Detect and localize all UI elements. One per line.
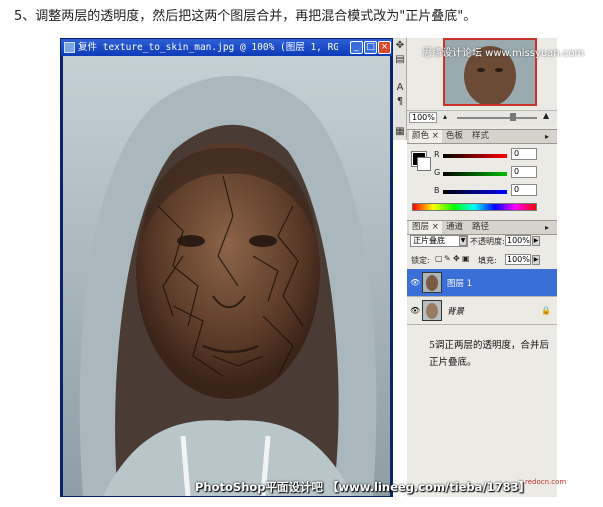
layer1-thumbnail-image	[423, 273, 441, 292]
zoom-level-field[interactable]: 100%	[409, 112, 437, 123]
color-spectrum-ramp[interactable]	[412, 203, 537, 211]
maximize-button[interactable]: □	[364, 41, 377, 54]
green-channel-value[interactable]: 0	[511, 166, 537, 178]
opacity-dropdown-icon[interactable]: ▶	[532, 236, 540, 246]
blue-channel-value[interactable]: 0	[511, 184, 537, 196]
background-lock-icon: 🔒	[541, 306, 551, 315]
tab-layers[interactable]: 图层 ×	[409, 221, 442, 234]
document-titlebar[interactable]: 复件 texture_to_skin_man.jpg @ 100% (图层 1,…	[61, 39, 392, 56]
fill-dropdown-icon[interactable]: ▶	[532, 255, 540, 265]
tab-swatches[interactable]: 色板	[443, 130, 466, 143]
tab-channels[interactable]: 通道	[443, 221, 466, 234]
histogram-tool-icon[interactable]: ▤	[394, 54, 406, 66]
tab-styles[interactable]: 样式	[469, 130, 492, 143]
layer1-name: 图层 1	[447, 279, 473, 289]
fill-field[interactable]: 100%	[505, 254, 531, 265]
opacity-field[interactable]: 100%	[505, 235, 531, 246]
background-color-swatch[interactable]	[417, 157, 431, 171]
zoom-out-icon[interactable]: ▴	[443, 112, 447, 121]
image-canvas[interactable]	[63, 56, 390, 496]
blend-mode-dropdown-icon[interactable]: ▼	[459, 236, 467, 246]
hooded-man-cracked-skin-image	[63, 56, 390, 496]
navigator-zoom-row: 100% ▴ ▲	[407, 110, 557, 125]
panel-menu-icon[interactable]: ▸	[545, 130, 549, 143]
close-button[interactable]: ×	[378, 41, 391, 54]
bottom-watermark: PhotoShop平面设计吧 【www.lineeg.com/tieba/178…	[195, 480, 531, 494]
annotation-note: 5调正两层的透明度，合并后正片叠底。	[429, 340, 550, 368]
zoom-slider-handle[interactable]	[510, 113, 516, 121]
blue-channel-slider[interactable]	[443, 190, 507, 194]
layer-comps-tool-icon[interactable]: ▦	[394, 126, 406, 138]
panel-tool-strip: ✥ ▤ A ¶ ▦	[393, 38, 407, 140]
right-panels: 思缘设计论坛 www.missyuan.com 100% ▴ ▲ 颜色 × 色板…	[407, 38, 585, 497]
background-visibility-eye-icon[interactable]: 👁	[410, 306, 420, 316]
red-channel-value[interactable]: 0	[511, 148, 537, 160]
background-thumbnail-image	[423, 301, 441, 320]
background-layer-name: 背景	[447, 307, 465, 317]
red-channel-slider[interactable]	[443, 154, 507, 158]
tab-color[interactable]: 颜色 ×	[409, 130, 442, 143]
color-panel-tabs: 颜色 × 色板 样式 ▸	[407, 129, 557, 144]
opacity-label: 不透明度:	[470, 237, 505, 246]
layer1-thumbnail	[422, 272, 442, 293]
zoom-slider-track[interactable]	[457, 117, 537, 119]
lock-label: 锁定:	[411, 256, 430, 265]
tab-paths[interactable]: 路径	[469, 221, 492, 234]
document-window[interactable]: 复件 texture_to_skin_man.jpg @ 100% (图层 1,…	[60, 38, 393, 497]
forum-watermark: 思缘设计论坛 www.missyuan.com	[422, 48, 585, 59]
background-thumbnail	[422, 300, 442, 321]
layer-row-layer1[interactable]: 👁 图层 1	[407, 269, 557, 297]
lock-all-icon[interactable]: ▣	[462, 254, 470, 263]
paragraph-tool-icon[interactable]: ¶	[394, 96, 406, 108]
layer-row-background[interactable]: 👁 背景 🔒	[407, 297, 557, 325]
lock-pixels-icon[interactable]: ✎	[444, 254, 451, 263]
fill-label: 填充:	[478, 256, 497, 265]
character-tool-icon[interactable]: A	[394, 82, 406, 94]
layer1-visibility-eye-icon[interactable]: 👁	[410, 278, 420, 288]
layers-panel-tabs: 图层 × 通道 路径 ▸	[407, 220, 557, 235]
zoom-in-icon[interactable]: ▲	[543, 111, 549, 120]
navigator-tool-icon[interactable]: ✥	[394, 40, 406, 52]
lock-transparency-icon[interactable]: ▢	[435, 254, 443, 263]
minimize-button[interactable]: _	[350, 41, 363, 54]
lock-position-icon[interactable]: ✥	[453, 254, 460, 263]
step-caption: 5、调整两层的透明度，然后把这两个图层合并，再把混合模式改为"正片叠底"。	[14, 9, 477, 24]
photoshop-doc-icon	[64, 42, 75, 53]
layers-menu-icon[interactable]: ▸	[545, 221, 549, 234]
green-channel-slider[interactable]	[443, 172, 507, 176]
document-title: 复件 texture_to_skin_man.jpg @ 100% (图层 1,…	[78, 42, 338, 53]
